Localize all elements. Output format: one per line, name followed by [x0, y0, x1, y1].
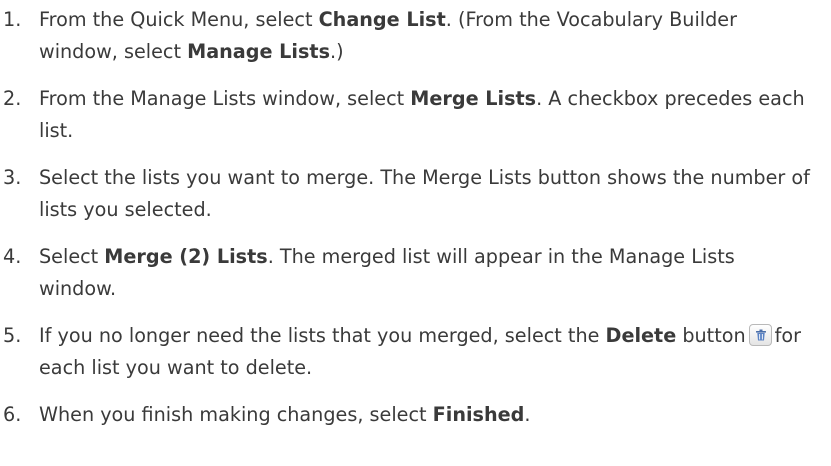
- step-text: From the Manage Lists window, select Mer…: [39, 87, 805, 142]
- step-item: 4. Select Merge (2) Lists. The merged lis…: [0, 241, 831, 305]
- delete-button[interactable]: [748, 324, 772, 346]
- instruction-steps: 1. From the Quick Menu, select Change Lis…: [0, 0, 831, 431]
- step-text: From the Quick Menu, select Change List.…: [39, 8, 737, 63]
- step-text: If you no longer need the lists that you…: [39, 324, 801, 379]
- step-text-run: .: [524, 403, 531, 426]
- step-text-run: When you finish making changes, select: [39, 403, 433, 426]
- step-item: 3. Select the lists you want to merge. Th…: [0, 162, 831, 226]
- step-number: 1.: [3, 8, 22, 31]
- bold-ui-label: Finished: [432, 403, 525, 426]
- trash-icon: [755, 329, 766, 341]
- step-item: 1. From the Quick Menu, select Change Lis…: [0, 4, 831, 68]
- step-number: 5.: [3, 324, 22, 347]
- step-text-run: Select: [39, 245, 105, 268]
- bold-ui-label: Merge Lists: [410, 87, 537, 110]
- step-number: 2.: [3, 87, 22, 110]
- step-text-run: From the Manage Lists window, select: [39, 87, 411, 110]
- step-text-run: From the Quick Menu, select: [39, 8, 319, 31]
- step-number: 3.: [3, 166, 22, 189]
- step-text-run: If you no longer need the lists that you…: [39, 324, 606, 347]
- step-item: 5. If you no longer need the lists that y…: [0, 320, 831, 384]
- step-number: 4.: [3, 245, 22, 268]
- step-text-run: button: [676, 324, 746, 347]
- bold-ui-label: Delete: [605, 324, 677, 347]
- step-text: When you finish making changes, select F…: [39, 403, 531, 426]
- step-number: 6.: [3, 403, 22, 426]
- step-text-run: Select the lists you want to merge. The …: [39, 166, 810, 221]
- step-text-run: .): [330, 40, 344, 63]
- step-text: Select Merge (2) Lists. The merged list …: [39, 245, 735, 300]
- step-item: 2. From the Manage Lists window, select M…: [0, 83, 831, 147]
- bold-ui-label: Manage Lists: [187, 40, 331, 63]
- bold-ui-label: Merge (2) Lists: [104, 245, 268, 268]
- step-item: 6. When you finish making changes, select…: [0, 399, 831, 431]
- bold-ui-label: Change List: [318, 8, 446, 31]
- step-text: Select the lists you want to merge. The …: [39, 166, 810, 221]
